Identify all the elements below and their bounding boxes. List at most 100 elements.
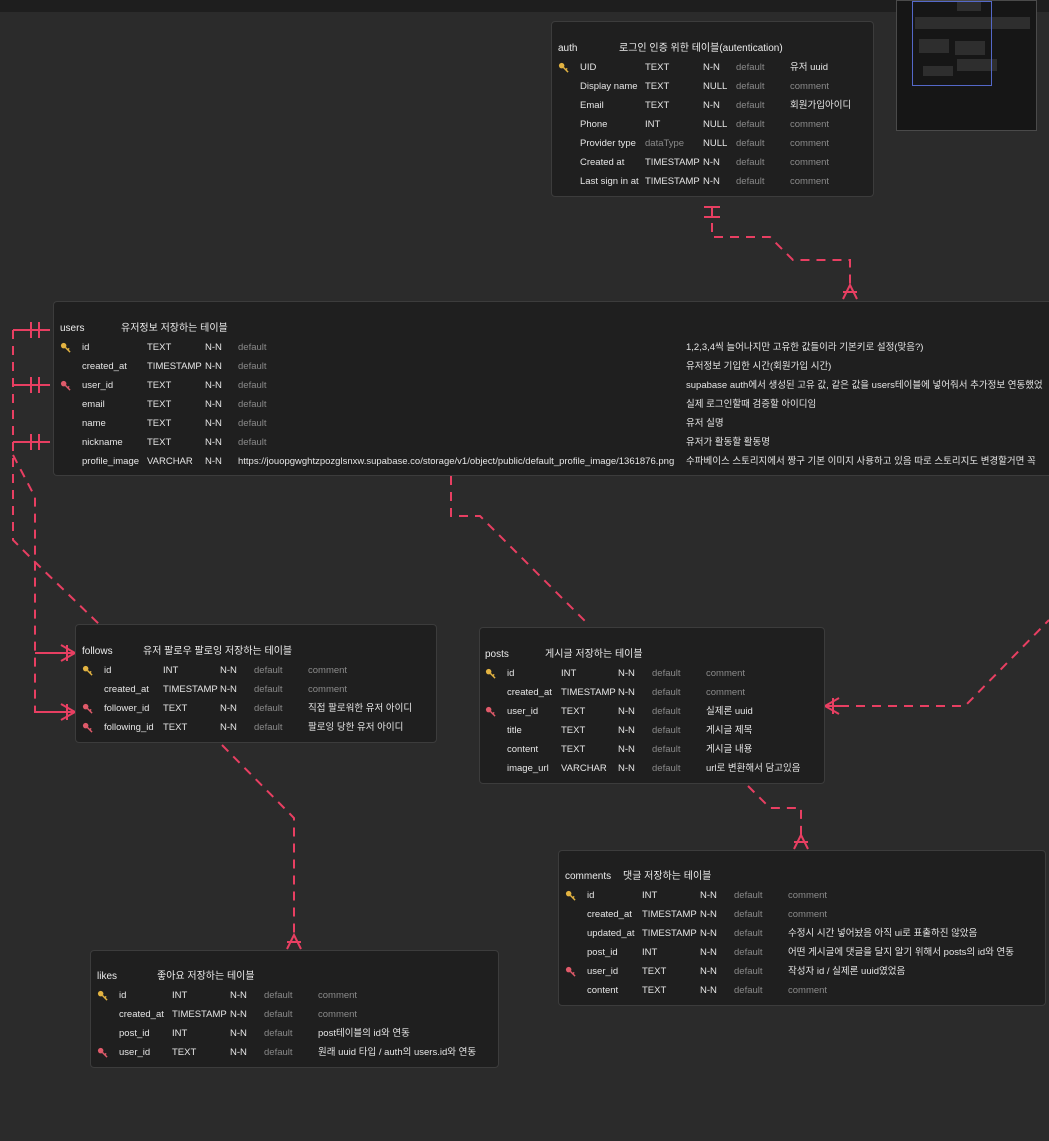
column-name: profile_image [82,456,140,467]
column-comment: 유저정보 기입한 시간(회원가입 시간) [686,361,832,372]
column-row[interactable]: Created at TIMESTAMP N-N default comment [558,153,873,172]
column-row[interactable]: updated_at TIMESTAMP N-N default 수정시 시간 넣어놨음… [565,924,1045,943]
column-row[interactable]: nickname TEXT N-N default 유저가 활동할 활동명 [60,433,1049,452]
column-comment: comment [790,119,830,130]
minimap-viewport[interactable] [912,1,992,86]
column-row[interactable]: user_id TEXT N-N default 실제론 uuid [485,702,824,721]
column-row[interactable]: Last sign in at TIMESTAMP N-N default commen… [558,172,873,191]
column-row[interactable]: id INT N-N default comment [565,886,1045,905]
table-header[interactable]: users 유저정보 저장하는 테이블 [60,319,1049,338]
relation-users-follows-inner [12,454,60,713]
table-auth[interactable]: auth 로그인 인증 위한 테이블(autentication) UID TEXT N… [551,21,874,197]
column-comment: comment [308,684,348,695]
column-default: default [264,1047,293,1058]
table-header[interactable]: posts 게시글 저장하는 테이블 [485,645,821,664]
column-nullability: NULL [703,119,728,130]
column-type: VARCHAR [561,763,607,774]
column-default: default [254,665,283,676]
column-name: id [119,990,127,1001]
column-row[interactable]: Provider type dataType NULL default comment [558,134,873,153]
table-comments[interactable]: comments 댓글 저장하는 테이블 id INT N-N default commen… [558,850,1046,1006]
column-type: TIMESTAMP [147,361,202,372]
column-row[interactable]: id INT N-N default comment [97,986,498,1005]
column-row[interactable]: user_id TEXT N-N default 작성자 id / 실제론 uuid였었… [565,962,1045,981]
column-row[interactable]: image_url VARCHAR N-N default url로 변환해서 담고있음 [485,759,824,778]
column-row[interactable]: Display name TEXT NULL default comment [558,77,873,96]
primary-key-icon [97,990,108,1001]
column-comment: comment [790,176,830,187]
crowsfoot-follows-2 [35,703,78,721]
column-comment: 수정시 시간 넣어놨음 아직 ui로 표출하진 않았음 [788,928,978,939]
table-header[interactable]: comments 댓글 저장하는 테이블 [565,867,1041,886]
column-nullability: N-N [618,706,635,717]
column-row[interactable]: id TEXT N-N default 1,2,3,4씩 늘어나지만 고유한 값들이라 … [60,338,1049,357]
foreign-key-icon [82,703,93,714]
column-name: image_url [507,763,549,774]
column-type: INT [561,668,577,679]
column-row[interactable]: created_at TIMESTAMP N-N default comment [485,683,824,702]
column-name: Last sign in at [580,176,639,187]
crowsfoot-users-left3 [13,434,50,450]
column-row[interactable]: content TEXT N-N default 게시글 내용 [485,740,824,759]
column-nullability: N-N [205,456,222,467]
column-type: TEXT [147,418,172,429]
table-header[interactable]: follows 유저 팔로우 팔로잉 저장하는 테이블 [82,642,432,661]
column-row[interactable]: name TEXT N-N default 유저 실명 [60,414,1049,433]
column-nullability: N-N [618,668,635,679]
column-comment: post테이블의 id와 연동 [318,1028,410,1039]
column-nullability: NULL [703,81,728,92]
column-type: TEXT [645,100,670,111]
column-comment: 직접 팔로워한 유저 아이디 [308,703,413,714]
column-row[interactable]: created_at TIMESTAMP N-N default comment [565,905,1045,924]
column-row[interactable]: title TEXT N-N default 게시글 제목 [485,721,824,740]
column-nullability: N-N [700,985,717,996]
column-row[interactable]: follower_id TEXT N-N default 직접 팔로워한 유저 아이디 [82,699,436,718]
crowsfoot-follows-1 [35,644,78,662]
table-header[interactable]: likes 좋아요 저장하는 테이블 [97,967,494,986]
column-row[interactable]: id INT N-N default comment [82,661,436,680]
relation-posts-comments [747,785,802,835]
column-default: default [734,947,763,958]
column-nullability: N-N [205,380,222,391]
column-type: TEXT [147,380,172,391]
column-comment: 유저가 활동할 활동명 [686,437,770,448]
column-default: default [652,687,681,698]
column-row[interactable]: user_id TEXT N-N default supabase auth에서 생성된… [60,376,1049,395]
column-nullability: N-N [220,684,237,695]
column-row[interactable]: user_id TEXT N-N default 원래 uuid 타입 / auth의 … [97,1043,498,1062]
column-row[interactable]: post_id INT N-N default post테이블의 id와 연동 [97,1024,498,1043]
primary-key-icon [82,665,93,676]
column-comment: 게시글 제목 [706,725,753,736]
table-follows[interactable]: follows 유저 팔로우 팔로잉 저장하는 테이블 id INT N-N defaul… [75,624,437,743]
column-row[interactable]: created_at TIMESTAMP N-N default comment [97,1005,498,1024]
column-default: default [264,1028,293,1039]
relation-posts-right [840,619,1049,707]
column-row[interactable]: created_at TIMESTAMP N-N default comment [82,680,436,699]
column-row[interactable]: created_at TIMESTAMP N-N default 유저정보 기입한 시간… [60,357,1049,376]
column-nullability: N-N [220,722,237,733]
column-row[interactable]: UID TEXT N-N default 유저 uuid [558,58,873,77]
relation-follows-likes [221,744,295,935]
minimap[interactable] [896,0,1037,131]
column-row[interactable]: following_id TEXT N-N default 팔로잉 당한 유저 아이디 [82,718,436,737]
column-row[interactable]: profile_image VARCHAR N-N https://jouopgwgh… [60,452,1049,471]
table-users[interactable]: users 유저정보 저장하는 테이블 id TEXT N-N default 1,2,3,… [53,301,1049,476]
column-row[interactable]: Phone INT NULL default comment [558,115,873,134]
column-row[interactable]: content TEXT N-N default comment [565,981,1045,1000]
crowsfoot-users-left2 [13,377,50,393]
column-nullability: N-N [700,947,717,958]
table-likes[interactable]: likes 좋아요 저장하는 테이블 id INT N-N default comment c… [90,950,499,1068]
column-row[interactable]: Email TEXT N-N default 회원가입아이디 [558,96,873,115]
table-description: 유저정보 저장하는 테이블 [121,323,228,334]
column-comment: 유저 uuid [790,62,829,73]
column-type: TEXT [172,1047,197,1058]
table-header[interactable]: auth 로그인 인증 위한 테이블(autentication) [558,39,869,58]
column-comment: supabase auth에서 생성된 고유 값, 같은 값을 users테이블… [686,380,1043,391]
column-comment: 팔로잉 당한 유저 아이디 [308,722,404,733]
table-posts[interactable]: posts 게시글 저장하는 테이블 id INT N-N default comment c… [479,627,825,784]
column-row[interactable]: post_id INT N-N default 어떤 게시글에 댓글을 달지 알기 위해… [565,943,1045,962]
column-nullability: N-N [205,418,222,429]
column-row[interactable]: id INT N-N default comment [485,664,824,683]
column-nullability: N-N [618,744,635,755]
column-row[interactable]: email TEXT N-N default 실제 로그인할때 검증할 아이디임 [60,395,1049,414]
